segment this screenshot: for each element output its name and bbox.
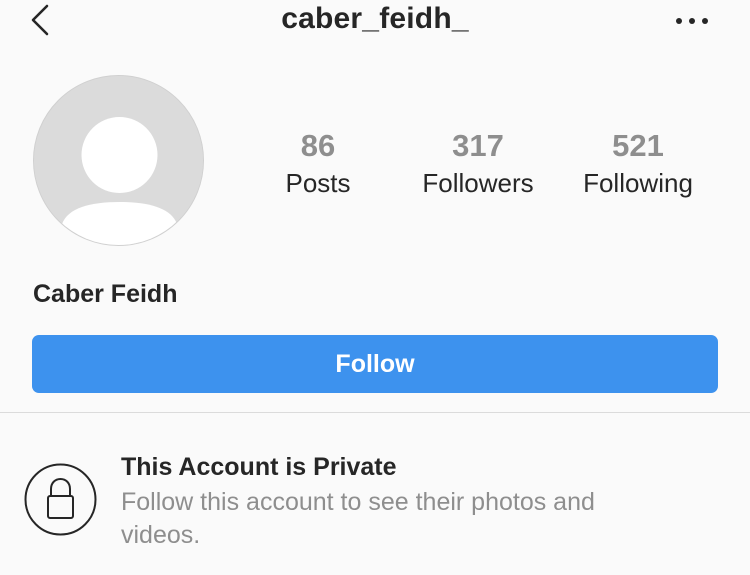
followers-label: Followers — [422, 168, 534, 198]
more-horizontal-icon[interactable] — [676, 10, 712, 30]
stat-following[interactable]: 521 Following — [563, 126, 713, 200]
stat-followers[interactable]: 317 Followers — [403, 126, 553, 200]
private-account-title: This Account is Private — [121, 453, 397, 481]
posts-label: Posts — [285, 168, 351, 198]
lock-icon — [24, 463, 97, 536]
profile-avatar — [33, 75, 204, 246]
follow-button[interactable]: Follow — [32, 335, 718, 393]
stat-posts[interactable]: 86 Posts — [243, 126, 393, 200]
posts-count: 86 — [300, 128, 336, 163]
following-label: Following — [583, 168, 693, 198]
private-account-description: Follow this account to see their photos … — [121, 488, 595, 549]
followers-count: 317 — [452, 128, 504, 163]
profile-username: caber_feidh_ — [281, 2, 469, 35]
section-divider — [0, 412, 750, 413]
following-count: 521 — [612, 128, 664, 163]
profile-full-name: Caber Feidh — [33, 280, 178, 308]
top-navigation-bar: caber_feidh_ — [0, 0, 750, 50]
default-avatar-icon — [34, 76, 203, 245]
